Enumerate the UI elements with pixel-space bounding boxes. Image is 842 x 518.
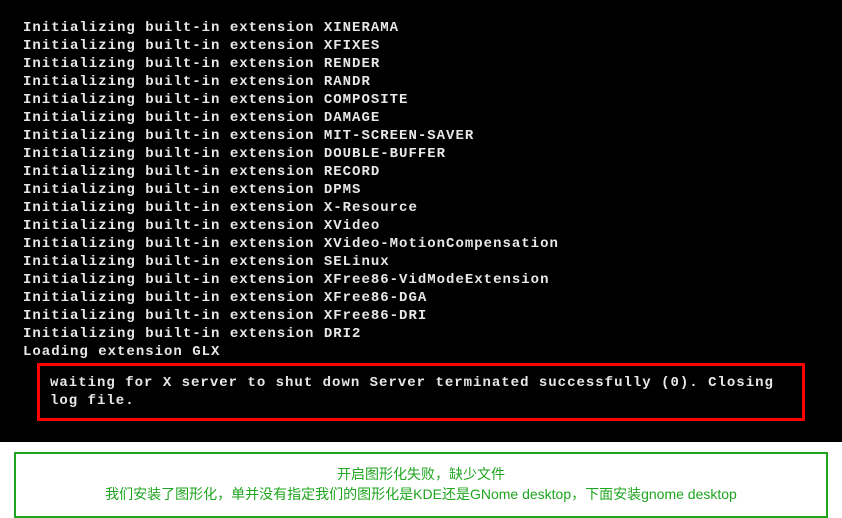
init-extension-line: Initializing built-in extension DRI2 [23, 325, 819, 343]
init-extension-line: Initializing built-in extension SELinux [23, 253, 819, 271]
init-extension-line: Initializing built-in extension DOUBLE-B… [23, 145, 819, 163]
init-extension-line: Initializing built-in extension XFree86-… [23, 289, 819, 307]
annotation-panel: 开启图形化失败，缺少文件 我们安装了图形化，单并没有指定我们的图形化是KDE还是… [14, 452, 828, 518]
init-extension-line: Initializing built-in extension XFIXES [23, 37, 819, 55]
init-extension-line: Initializing built-in extension RANDR [23, 73, 819, 91]
init-extension-line: Initializing built-in extension XVideo-M… [23, 235, 819, 253]
init-extension-line: Initializing built-in extension X-Resour… [23, 199, 819, 217]
error-message: waiting for X server to shut down Server… [50, 374, 792, 410]
annotation-line-2: 我们安装了图形化，单并没有指定我们的图形化是KDE还是GNome desktop… [28, 484, 814, 504]
init-extension-line: Initializing built-in extension MIT-SCRE… [23, 127, 819, 145]
loading-line: Loading extension GLX [23, 343, 819, 361]
terminal-output: Initializing built-in extension XINERAMA… [0, 0, 842, 442]
error-highlight-box: waiting for X server to shut down Server… [37, 363, 805, 421]
init-extension-line: Initializing built-in extension XFree86-… [23, 271, 819, 289]
init-extension-line: Initializing built-in extension RENDER [23, 55, 819, 73]
init-extension-line: Initializing built-in extension DAMAGE [23, 109, 819, 127]
init-extension-line: Initializing built-in extension XVideo [23, 217, 819, 235]
annotation-line-1: 开启图形化失败，缺少文件 [28, 464, 814, 484]
init-extension-line: Initializing built-in extension RECORD [23, 163, 819, 181]
init-extension-line: Initializing built-in extension XINERAMA [23, 19, 819, 37]
init-extension-line: Initializing built-in extension XFree86-… [23, 307, 819, 325]
init-extension-line: Initializing built-in extension DPMS [23, 181, 819, 199]
init-extension-line: Initializing built-in extension COMPOSIT… [23, 91, 819, 109]
